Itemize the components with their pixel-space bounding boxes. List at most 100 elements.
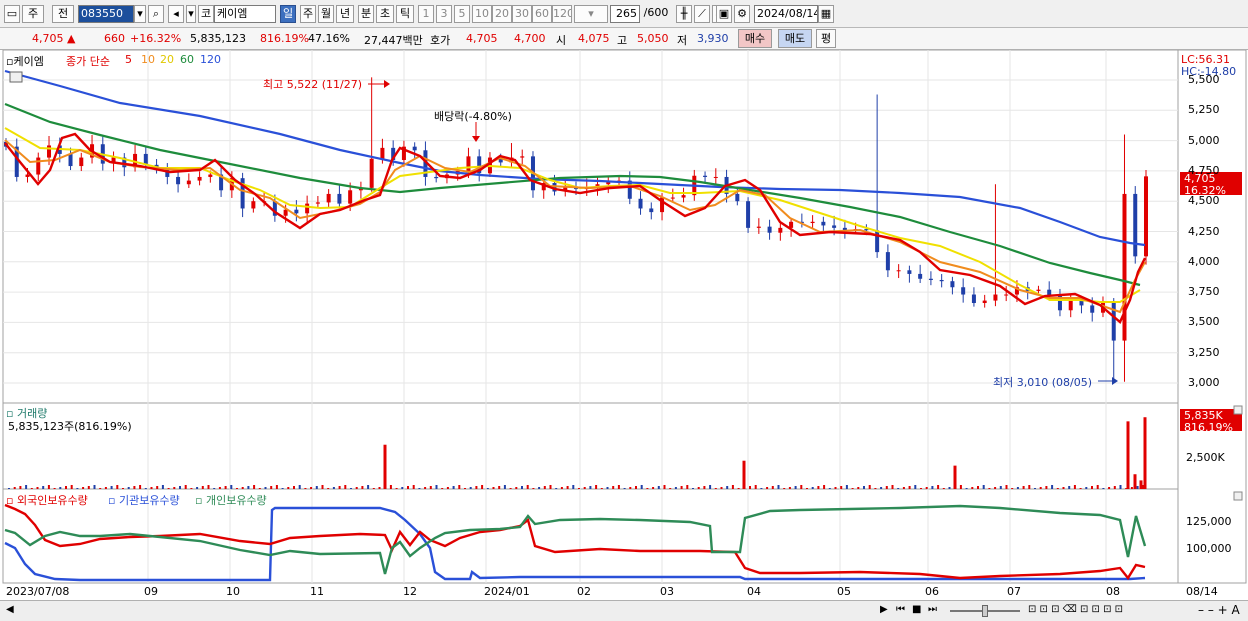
- volume-bar: [122, 488, 124, 489]
- volume-bar: [937, 485, 940, 489]
- gear-icon[interactable]: ⚙: [734, 5, 750, 23]
- search-icon[interactable]: ⌕: [148, 5, 164, 23]
- zoom-slider-handle[interactable]: [982, 605, 988, 617]
- volume-bar: [327, 488, 330, 489]
- expand-panel-icon[interactable]: [1233, 405, 1243, 415]
- range-10-button[interactable]: 10: [472, 5, 492, 23]
- ask-label: 호가: [430, 34, 451, 47]
- period-select[interactable]: 주: [22, 5, 44, 23]
- date-input[interactable]: 2024/08/14: [754, 5, 818, 23]
- candle-body: [186, 180, 191, 185]
- volume-bar: [845, 485, 848, 489]
- volume-spike-bar: [1139, 480, 1143, 489]
- interval-minute-button[interactable]: 분: [358, 5, 374, 23]
- volume-bar: [629, 487, 632, 489]
- candle-body: [638, 198, 643, 209]
- range-1-button[interactable]: 1: [418, 5, 434, 23]
- volume-bar: [167, 488, 170, 489]
- volume-bar: [8, 488, 10, 489]
- buy-button[interactable]: 매수: [738, 29, 772, 48]
- interval-year-button[interactable]: 년: [336, 5, 354, 23]
- high-price: 5,050: [637, 32, 669, 45]
- stock-code-input[interactable]: 083550: [78, 5, 134, 23]
- volume-bar: [857, 487, 860, 489]
- candle-body: [1133, 193, 1138, 257]
- candle-body: [928, 278, 933, 280]
- range-3-button[interactable]: 3: [436, 5, 452, 23]
- prev-button[interactable]: 전: [52, 5, 74, 23]
- line-tool-icon[interactable]: ⟋: [694, 5, 710, 23]
- x-label: 03: [660, 585, 674, 598]
- chart-type-icon[interactable]: ▭: [4, 5, 20, 23]
- volume-bar: [720, 487, 723, 489]
- turnover-percent: 47.16%: [308, 32, 350, 45]
- interval-second-button[interactable]: 초: [376, 5, 394, 23]
- volume-tick: 2,500K: [1186, 451, 1225, 464]
- price-legend: 종가 단순: [66, 55, 110, 68]
- volume-bar: [948, 487, 951, 489]
- tool-icons[interactable]: ⊡ ⊡ ⊡ ⌫ ⊡ ⊡ ⊡ ⊡: [1028, 604, 1123, 615]
- dividend-annotation: 배당락(-4.80%): [434, 110, 512, 123]
- scroll-left-icon[interactable]: ◀: [6, 604, 14, 615]
- volume-bar: [595, 485, 598, 489]
- candle-body: [1004, 294, 1009, 296]
- volume-bar: [811, 487, 814, 489]
- volume-bar: [492, 487, 495, 489]
- interval-day-button[interactable]: 일: [280, 5, 296, 23]
- x-label: 08: [1106, 585, 1120, 598]
- current-price: 4,705: [32, 32, 64, 45]
- save-icon[interactable]: ▣: [716, 5, 732, 23]
- scroll-right-icon[interactable]: ▶: [880, 604, 888, 615]
- sell-button[interactable]: 매도: [778, 29, 812, 48]
- volume-tag-pct: 816.19%: [1184, 421, 1233, 434]
- volume-bar: [897, 488, 900, 489]
- high-label: 고: [617, 34, 628, 47]
- chart-scrollbar[interactable]: ◀ ▶ ⏮ ■ ⏭ ⊡ ⊡ ⊡ ⌫ ⊡ ⊡ ⊡ ⊡ – – + A: [0, 600, 1248, 621]
- toolbar: ▭ 주 전 083550 ▾ ⌕ ◂ ▾ 코 케이엠 일 주 월 년 분 초 틱…: [0, 0, 1248, 28]
- volume-bar: [657, 486, 660, 489]
- volume-bar: [714, 488, 717, 489]
- chevron-down-icon[interactable]: ▾: [186, 5, 196, 23]
- range-custom-select[interactable]: ▾: [574, 5, 608, 23]
- volume-bar: [686, 485, 689, 489]
- range-120-button[interactable]: 120: [552, 5, 572, 23]
- open-price: 4,075: [578, 32, 610, 45]
- candle-body: [47, 145, 52, 158]
- volume-bar: [994, 487, 997, 489]
- candle-icon[interactable]: ╫: [676, 5, 692, 23]
- zoom-controls[interactable]: – – + A: [1198, 603, 1240, 617]
- interval-week-button[interactable]: 주: [300, 5, 316, 23]
- rewind-icon[interactable]: ⏮: [896, 604, 905, 615]
- range-5-button[interactable]: 5: [454, 5, 470, 23]
- volume-bar: [1130, 487, 1133, 489]
- speaker-icon[interactable]: ◂: [168, 5, 184, 23]
- volume-bar: [965, 488, 968, 489]
- volume-bar: [515, 487, 518, 489]
- range-60-button[interactable]: 60: [532, 5, 552, 23]
- stock-name-field[interactable]: 케이엠: [214, 5, 276, 23]
- volume-bar: [891, 485, 894, 489]
- candle-body: [337, 193, 342, 204]
- interval-tick-button[interactable]: 틱: [396, 5, 414, 23]
- chevron-down-icon[interactable]: ▾: [134, 5, 146, 23]
- table-toggle-icon[interactable]: [9, 71, 23, 83]
- calendar-icon[interactable]: ▦: [818, 5, 834, 23]
- volume-bar: [76, 488, 79, 489]
- expand-panel-icon[interactable]: [1233, 491, 1243, 501]
- candle-body: [713, 176, 718, 178]
- stop-icon[interactable]: ■: [912, 604, 921, 615]
- volume-bar: [241, 487, 244, 489]
- price-y-tick: 5,250: [1188, 103, 1220, 117]
- volume-bar: [652, 487, 655, 489]
- count-input[interactable]: 265: [610, 5, 640, 23]
- volume-bar: [104, 487, 107, 489]
- volume-bar: [42, 486, 45, 489]
- volume-bar: [424, 487, 427, 489]
- volume-bar: [133, 486, 136, 489]
- interval-month-button[interactable]: 월: [318, 5, 334, 23]
- eval-button[interactable]: 평: [816, 29, 836, 48]
- range-20-button[interactable]: 20: [492, 5, 512, 23]
- candle-body: [821, 221, 826, 226]
- range-30-button[interactable]: 30: [512, 5, 532, 23]
- fast-forward-icon[interactable]: ⏭: [928, 604, 937, 615]
